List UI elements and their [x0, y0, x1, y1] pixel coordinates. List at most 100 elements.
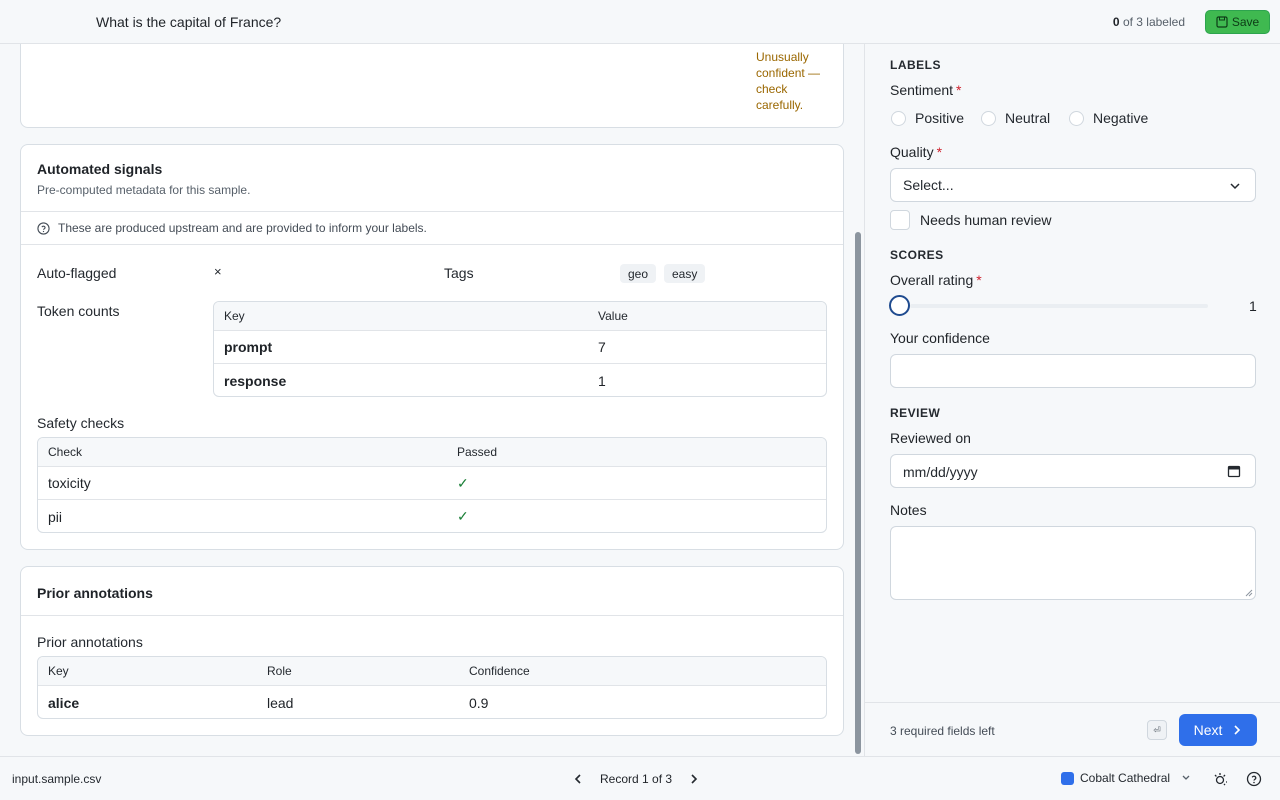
required-asterisk: * — [976, 272, 982, 288]
sentiment-option-label[interactable]: Positive — [915, 110, 964, 126]
token-counts-table: Key Value prompt 7 response 1 — [213, 301, 827, 397]
sentiment-label-text: Sentiment — [890, 82, 954, 98]
row-key: response — [224, 372, 287, 389]
tag-chip: easy — [664, 264, 706, 283]
labeled-count-suffix: of 3 labeled — [1119, 15, 1185, 29]
safety-checks-table: Check Passed toxicity ✓ pii ✓ — [37, 437, 827, 533]
chevron-right-icon — [691, 774, 698, 784]
top-bar: What is the capital of France? 0 of 3 la… — [0, 0, 1280, 44]
reviewed-on-date-input[interactable]: mm/dd/yyyy — [890, 454, 1256, 488]
labeled-count-number: 0 — [1112, 15, 1120, 29]
sentiment-radio-negative[interactable] — [1069, 111, 1084, 126]
check-name: toxicity — [48, 475, 91, 491]
theme-name: Cobalt Cathedral — [1080, 771, 1171, 785]
column-header: Confidence — [469, 664, 530, 678]
signals-header: Automated signals Pre-computed metadata … — [21, 145, 843, 212]
next-record-button[interactable] — [686, 767, 702, 791]
sentiment-radio-positive[interactable] — [891, 111, 906, 126]
theme-swatch — [1061, 771, 1074, 785]
table-row: alice lead 0.9 — [38, 686, 826, 718]
enter-key-hint: ⏎ — [1147, 720, 1167, 740]
form-footer: 3 required fields left ⏎ Next — [865, 702, 1280, 756]
required-fields-left: 3 required fields left — [890, 724, 995, 738]
token-counts-label: Token counts — [37, 303, 120, 319]
rating-slider-track[interactable] — [910, 304, 1208, 308]
confidence-label: Your confidence — [890, 330, 990, 346]
notes-textarea[interactable] — [890, 526, 1256, 600]
notes-label: Notes — [890, 502, 927, 518]
annotator-name: alice — [48, 694, 80, 711]
record-pane: Unusually confident — check carefully. A… — [0, 44, 852, 756]
rating-label-text: Overall rating — [890, 272, 974, 288]
help-circle-icon — [37, 221, 50, 235]
label-form-panel: LABELS Sentiment * Positive Neutral Negat… — [864, 44, 1280, 756]
next-button[interactable]: Next — [1179, 714, 1257, 746]
column-header: Value — [598, 309, 628, 323]
prior-annotations-title: Prior annotations — [21, 567, 843, 616]
next-label: Next — [1193, 722, 1223, 738]
question-title: What is the capital of France? — [96, 14, 282, 30]
auto-flagged-value: × — [214, 264, 222, 279]
previous-record-button[interactable] — [570, 767, 586, 791]
quality-label-text: Quality — [890, 144, 934, 160]
scrollbar-thumb[interactable] — [855, 232, 861, 754]
labeled-count: 0 of 3 labeled — [1113, 15, 1185, 29]
quality-label: Quality * — [890, 144, 942, 160]
auto-flagged-label: Auto-flagged — [37, 265, 117, 281]
scores-section-heading: SCORES — [890, 248, 944, 262]
sentiment-option-label[interactable]: Neutral — [1005, 110, 1050, 126]
required-asterisk: * — [936, 144, 943, 160]
save-icon — [1216, 16, 1228, 28]
signals-info-text: These are produced upstream and are prov… — [58, 221, 427, 235]
rating-value: 1 — [1249, 298, 1257, 314]
prior-annotations-label: Prior annotations — [37, 634, 143, 650]
column-header: Passed — [457, 445, 498, 459]
row-value: 7 — [598, 339, 606, 355]
reviewed-on-label: Reviewed on — [890, 430, 971, 446]
needs-review-checkbox[interactable] — [890, 210, 910, 230]
theme-selector[interactable]: Cobalt Cathedral — [1061, 771, 1190, 785]
signals-title: Automated signals — [37, 161, 163, 177]
save-label: Save — [1231, 15, 1260, 29]
record-pager: Record 1 of 3 — [570, 767, 702, 791]
help-icon[interactable] — [1246, 771, 1262, 787]
date-placeholder: mm/dd/yyyy — [903, 464, 978, 480]
confidence-warning: Unusually confident — check carefully. — [756, 50, 821, 112]
check-passed-icon: ✓ — [457, 508, 469, 524]
table-header: Key Role Confidence — [38, 657, 826, 686]
sentiment-radio-neutral[interactable] — [981, 111, 996, 126]
column-header: Key — [48, 664, 69, 678]
sentiment-option-label[interactable]: Negative — [1093, 110, 1148, 126]
rating-slider-handle[interactable] — [889, 295, 910, 316]
file-name: input.sample.csv — [12, 772, 102, 786]
table-row: prompt 7 — [214, 331, 826, 364]
sentiment-label: Sentiment * — [890, 82, 962, 98]
chevron-down-icon — [1230, 183, 1240, 190]
column-header: Check — [48, 445, 83, 459]
chevron-down-icon — [1182, 775, 1190, 780]
annotator-role: lead — [267, 694, 294, 711]
needs-review-label[interactable]: Needs human review — [920, 212, 1052, 228]
save-button[interactable]: Save — [1205, 10, 1270, 34]
quality-select[interactable]: Select... — [890, 168, 1256, 202]
table-row: pii ✓ — [38, 500, 826, 532]
labels-section-heading: LABELS — [890, 58, 941, 72]
prior-annotations-card: Prior annotations Prior annotations Key … — [20, 566, 844, 736]
signals-info: These are produced upstream and are prov… — [21, 212, 843, 245]
chevron-right-icon — [1234, 725, 1241, 735]
check-name: pii — [48, 508, 63, 525]
theme-toggle-icon[interactable] — [1213, 771, 1229, 787]
column-header: Key — [224, 309, 245, 323]
rating-label: Overall rating * — [890, 272, 982, 288]
table-row: response 1 — [214, 364, 826, 396]
review-section-heading: REVIEW — [890, 406, 941, 420]
quality-select-value: Select... — [903, 177, 954, 193]
calendar-icon[interactable] — [1227, 464, 1241, 478]
prior-annotations-table: Key Role Confidence alice lead 0.9 — [37, 656, 827, 719]
check-passed-icon: ✓ — [457, 474, 469, 491]
automated-signals-card: Automated signals Pre-computed metadata … — [20, 144, 844, 550]
chevron-left-icon — [574, 774, 581, 784]
confidence-input[interactable] — [890, 354, 1256, 388]
row-key: prompt — [224, 339, 273, 355]
resize-handle-icon[interactable] — [1245, 589, 1253, 597]
